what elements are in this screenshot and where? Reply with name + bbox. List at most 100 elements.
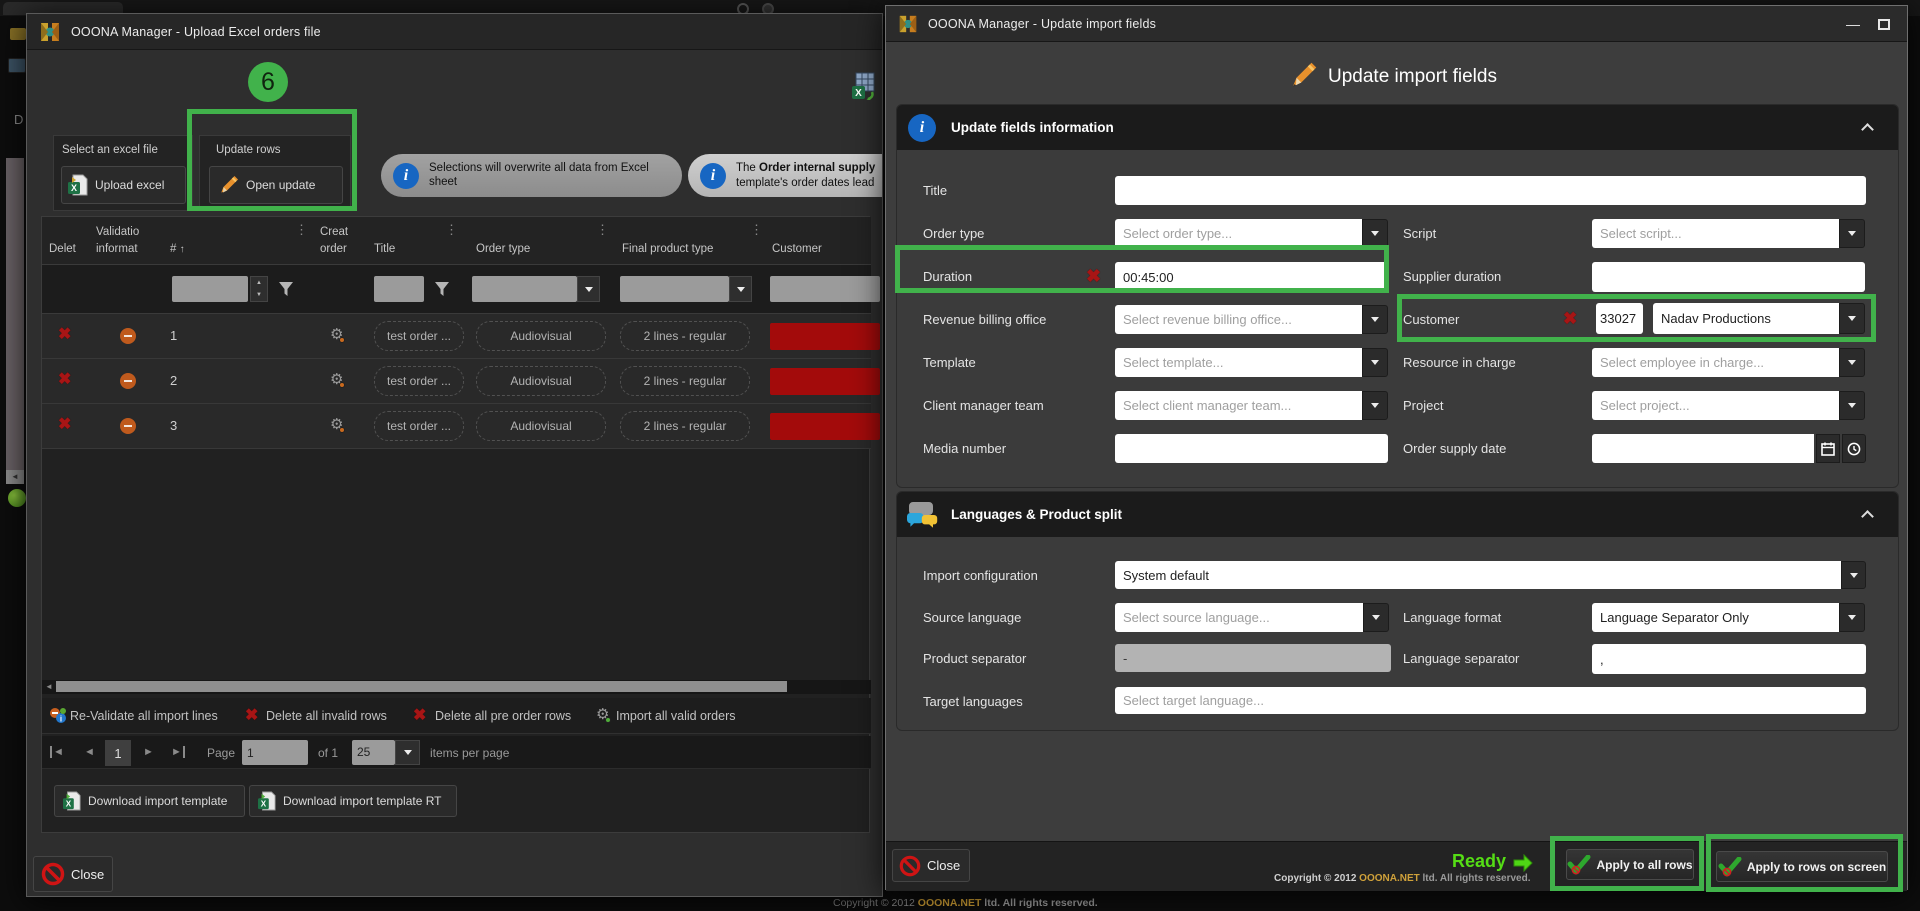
h-scrollbar-thumb[interactable] — [56, 681, 787, 692]
left-close-button[interactable]: Close — [33, 856, 113, 892]
maximize-button[interactable] — [1874, 15, 1894, 33]
collapse-chevron-icon[interactable] — [1861, 510, 1874, 523]
num-filter-input[interactable] — [172, 276, 248, 302]
section-update-header[interactable]: i Update fields information — [897, 105, 1898, 150]
col-create-line1[interactable]: Creat — [320, 226, 348, 238]
open-update-button[interactable]: Open update — [209, 166, 343, 204]
prev-page-button[interactable]: ◄ — [84, 746, 95, 758]
create-order-icon[interactable]: ⚙ — [330, 372, 343, 387]
table-row[interactable]: ✖ 2 ⚙ test order ... Audiovisual 2 lines… — [42, 359, 871, 404]
col-customer[interactable]: Customer — [772, 243, 822, 255]
customer-name-select[interactable]: Nadav Productions — [1653, 303, 1839, 334]
right-close-button[interactable]: Close — [892, 849, 970, 882]
apply-to-rows-on-screen-button[interactable]: Apply to rows on screen — [1716, 851, 1888, 882]
table-row[interactable]: ✖ 1 ⚙ test order ... Audiovisual 2 lines… — [42, 314, 871, 359]
title-filter-input[interactable] — [374, 276, 424, 302]
col-order-type[interactable]: Order type — [476, 243, 530, 255]
tab-update-rows[interactable]: Update rows Open update — [199, 135, 351, 211]
minimize-button[interactable]: — — [1838, 14, 1868, 34]
col-order-type-menu-icon[interactable]: ⋮ — [596, 223, 609, 236]
calendar-button[interactable] — [1816, 434, 1840, 463]
num-filter-spinner[interactable]: ▲▼ — [250, 276, 268, 302]
media-number-input[interactable] — [1115, 434, 1388, 463]
col-num-menu-icon[interactable]: ⋮ — [295, 223, 308, 236]
title-input[interactable] — [1115, 176, 1866, 205]
download-template-button[interactable]: X Download import template — [54, 785, 245, 817]
page-size-caret[interactable] — [395, 740, 420, 765]
col-final-product-type[interactable]: Final product type — [622, 243, 713, 255]
h-scrollbar-left-arrow[interactable]: ◄ — [45, 682, 53, 691]
delete-invalid-rows-button[interactable]: Delete all invalid rows — [266, 709, 387, 723]
delete-row-icon[interactable]: ✖ — [58, 417, 71, 433]
import-configuration-caret[interactable] — [1841, 561, 1866, 589]
revenue-billing-office-select[interactable]: Select revenue billing office... — [1115, 305, 1362, 334]
order-type-caret[interactable] — [1362, 219, 1388, 248]
target-languages-input[interactable] — [1115, 687, 1866, 714]
page-input[interactable] — [242, 740, 308, 765]
final-product-filter-caret[interactable] — [729, 276, 752, 302]
customer-id-input[interactable] — [1596, 303, 1643, 334]
first-page-button[interactable]: ◄ — [50, 746, 64, 758]
source-language-select[interactable]: Select source language... — [1115, 603, 1363, 632]
duration-input[interactable] — [1115, 262, 1388, 292]
client-manager-team-select[interactable]: Select client manager team... — [1115, 391, 1362, 420]
customer-filter-input[interactable] — [770, 276, 880, 302]
page-size-select[interactable]: 25 — [352, 740, 395, 765]
table-row[interactable]: ✖ 3 ⚙ test order ... Audiovisual 2 lines… — [42, 404, 871, 449]
project-select[interactable]: Select project... — [1592, 391, 1839, 420]
delete-row-icon[interactable]: ✖ — [58, 372, 71, 388]
template-caret[interactable] — [1362, 348, 1388, 377]
time-button[interactable] — [1842, 434, 1866, 463]
script-select[interactable]: Select script... — [1592, 219, 1839, 248]
export-excel-icon[interactable]: X — [852, 72, 876, 100]
order-type-filter-caret[interactable] — [577, 276, 600, 302]
final-product-filter-select[interactable] — [620, 276, 729, 302]
right-window-titlebar[interactable]: OOONA Manager - Update import fields — — [886, 6, 1907, 42]
resource-in-charge-caret[interactable] — [1839, 348, 1865, 377]
cell-customer-invalid[interactable] — [770, 413, 880, 440]
col-num[interactable]: # ↑ — [170, 243, 185, 255]
delete-preorder-rows-button[interactable]: Delete all pre order rows — [435, 709, 571, 723]
language-separator-input[interactable] — [1592, 644, 1866, 674]
source-language-caret[interactable] — [1363, 603, 1389, 632]
col-validation-line1[interactable]: Validatio — [96, 226, 139, 238]
last-page-button[interactable]: ► — [171, 746, 185, 758]
title-filter-funnel-icon[interactable] — [434, 281, 450, 297]
delete-row-icon[interactable]: ✖ — [58, 327, 71, 343]
create-order-icon[interactable]: ⚙ — [330, 327, 343, 342]
order-type-select[interactable]: Select order type... — [1115, 219, 1362, 248]
h-scrollbar[interactable]: ◄ — [42, 680, 871, 694]
tab-select-excel-file[interactable]: Select an excel file X Upload excel — [53, 135, 193, 211]
collapse-chevron-icon[interactable] — [1861, 123, 1874, 136]
next-page-button[interactable]: ► — [143, 746, 154, 758]
resource-in-charge-select[interactable]: Select employee in charge... — [1592, 348, 1839, 377]
col-title-menu-icon[interactable]: ⋮ — [445, 223, 458, 236]
create-order-icon[interactable]: ⚙ — [330, 417, 343, 432]
template-select[interactable]: Select template... — [1115, 348, 1362, 377]
order-type-filter-select[interactable] — [472, 276, 577, 302]
cell-customer-invalid[interactable] — [770, 323, 880, 350]
upload-excel-button[interactable]: X Upload excel — [61, 166, 186, 204]
left-window-titlebar[interactable]: OOONA Manager - Upload Excel orders file — [27, 14, 882, 50]
supplier-duration-input[interactable] — [1592, 262, 1865, 292]
script-caret[interactable] — [1839, 219, 1865, 248]
apply-to-all-rows-button[interactable]: Apply to all rows — [1566, 849, 1694, 880]
customer-name-caret[interactable] — [1839, 303, 1865, 334]
import-configuration-select[interactable]: System default — [1115, 561, 1841, 589]
revalidate-all-button[interactable]: Re-Validate all import lines — [70, 709, 218, 723]
cell-customer-invalid[interactable] — [770, 368, 880, 395]
section-languages-header[interactable]: Languages & Product split — [897, 492, 1898, 537]
import-valid-orders-button[interactable]: Import all valid orders — [616, 709, 736, 723]
current-page-button[interactable]: 1 — [105, 740, 131, 766]
project-caret[interactable] — [1839, 391, 1865, 420]
col-title[interactable]: Title — [374, 243, 395, 255]
client-manager-team-caret[interactable] — [1362, 391, 1388, 420]
order-supply-date-input[interactable] — [1592, 434, 1814, 463]
num-filter-funnel-icon[interactable] — [278, 281, 294, 297]
col-delete[interactable]: Delet — [49, 243, 76, 255]
revenue-billing-office-caret[interactable] — [1362, 305, 1388, 334]
col-final-product-menu-icon[interactable]: ⋮ — [750, 223, 763, 236]
download-template-rt-button[interactable]: X Download import template RT — [249, 785, 457, 817]
language-format-caret[interactable] — [1839, 603, 1865, 632]
language-format-select[interactable]: Language Separator Only — [1592, 603, 1839, 632]
